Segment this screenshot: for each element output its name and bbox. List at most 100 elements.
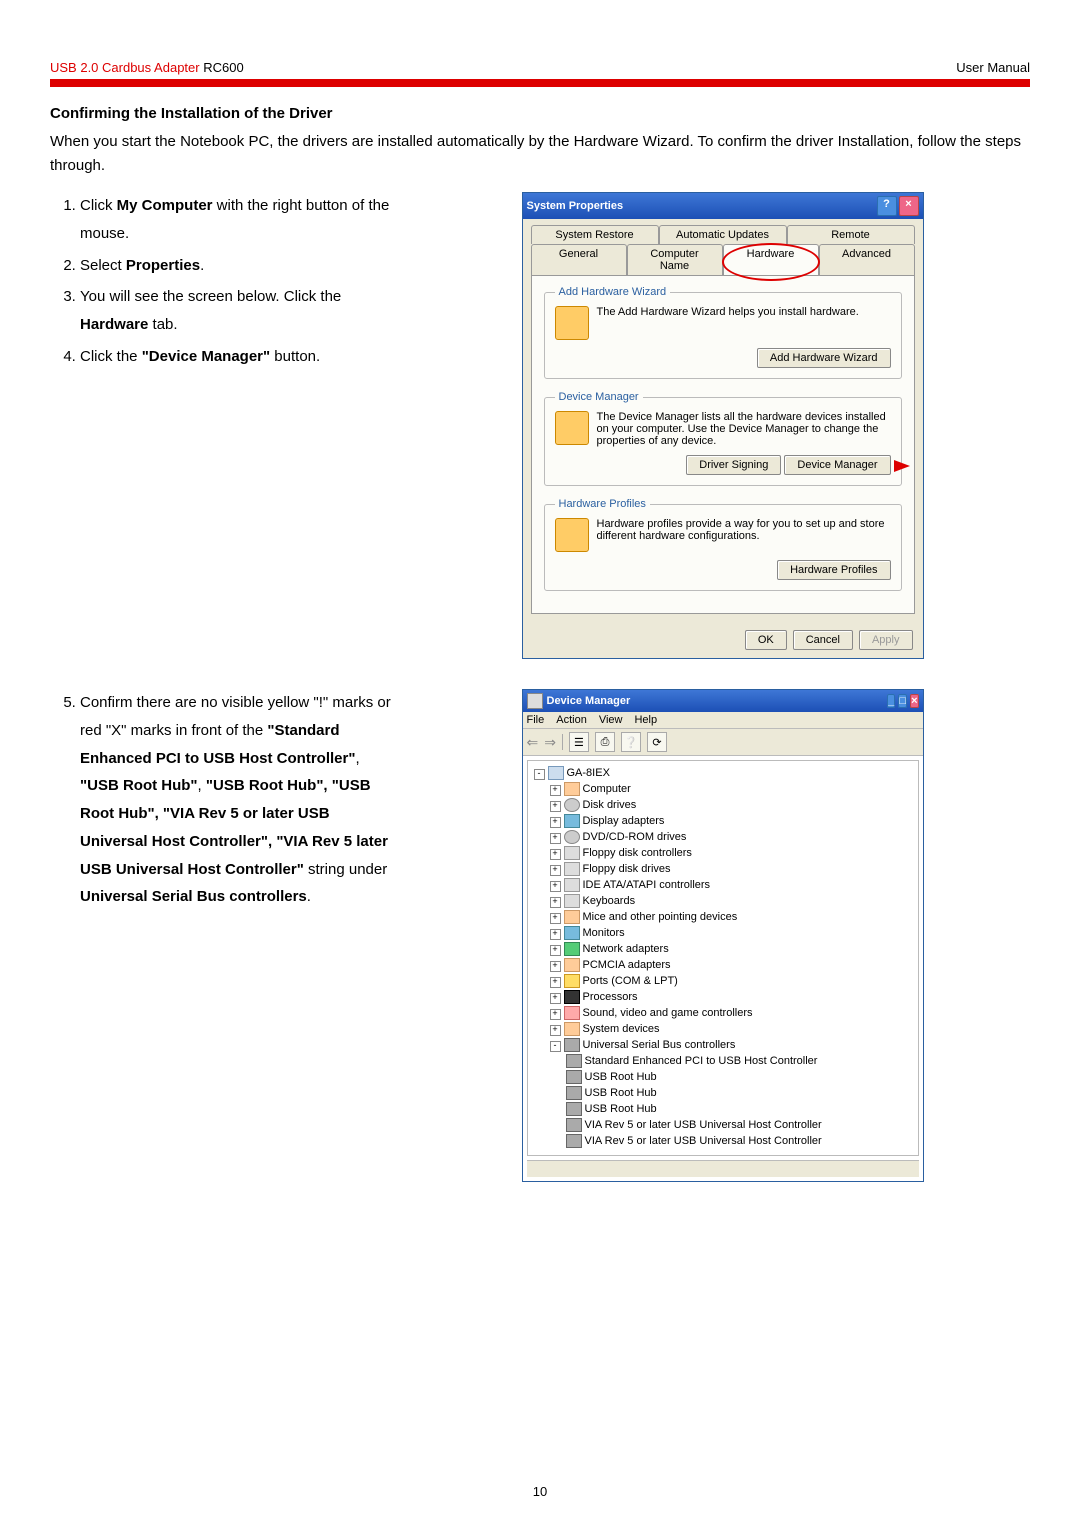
tree-leaf[interactable]: USB Root Hub	[566, 1085, 912, 1101]
device-icon	[564, 814, 580, 828]
tree-node[interactable]: +Network adapters	[550, 941, 912, 957]
usb-icon	[566, 1118, 582, 1132]
menu-help[interactable]: Help	[634, 714, 657, 726]
ahw-text: The Add Hardware Wizard helps you instal…	[597, 306, 891, 318]
header-product: USB 2.0 Cardbus Adapter RC600	[50, 60, 244, 75]
step-5: Confirm there are no visible yellow "!" …	[80, 689, 395, 911]
tree-node[interactable]: +Disk drives	[550, 797, 912, 813]
sp-titlebar: System Properties ? ×	[523, 193, 923, 219]
menu-view[interactable]: View	[599, 714, 623, 726]
print-icon[interactable]: ⎙	[595, 732, 615, 752]
apply-button[interactable]: Apply	[859, 630, 913, 650]
tree-node[interactable]: +Floppy disk drives	[550, 861, 912, 877]
add-hardware-wizard-button[interactable]: Add Hardware Wizard	[757, 348, 891, 368]
menu-file[interactable]: File	[527, 714, 545, 726]
device-icon	[564, 846, 580, 860]
usb-icon	[566, 1102, 582, 1116]
tab-hardware[interactable]: Hardware	[723, 244, 819, 275]
ahw-legend: Add Hardware Wizard	[555, 286, 671, 298]
s5-b4: Universal Serial Bus controllers	[80, 888, 307, 905]
tree-leaf[interactable]: USB Root Hub	[566, 1069, 912, 1085]
page-number: 10	[0, 1484, 1080, 1499]
usb-icon	[566, 1086, 582, 1100]
page-header: USB 2.0 Cardbus Adapter RC600 User Manua…	[50, 60, 1030, 75]
s5-t1: Confirm there are no visible yellow "!" …	[80, 694, 391, 739]
tab-system-restore[interactable]: System Restore	[531, 225, 659, 244]
tree-node[interactable]: +Computer	[550, 781, 912, 797]
tab-remote[interactable]: Remote	[787, 225, 915, 244]
hp-legend: Hardware Profiles	[555, 498, 650, 510]
back-icon[interactable]: ⇐	[527, 734, 539, 751]
hp-text: Hardware profiles provide a way for you …	[597, 518, 891, 542]
tree-node[interactable]: +PCMCIA adapters	[550, 957, 912, 973]
scan-icon[interactable]: ⟳	[647, 732, 667, 752]
tree-leaf[interactable]: Standard Enhanced PCI to USB Host Contro…	[566, 1053, 912, 1069]
tree-node-usb[interactable]: -Universal Serial Bus controllersStandar…	[550, 1037, 912, 1149]
tree-node[interactable]: +Sound, video and game controllers	[550, 1005, 912, 1021]
device-icon	[564, 1022, 580, 1036]
add-hardware-wizard-group: Add Hardware Wizard The Add Hardware Wiz…	[544, 286, 902, 379]
driver-signing-button[interactable]: Driver Signing	[686, 455, 781, 475]
tree-node[interactable]: +Floppy disk controllers	[550, 845, 912, 861]
menu-action[interactable]: Action	[556, 714, 587, 726]
tree-node[interactable]: +Keyboards	[550, 893, 912, 909]
step-item: You will see the screen below. Click the…	[80, 283, 395, 339]
hardware-profiles-group: Hardware Profiles Hardware profiles prov…	[544, 498, 902, 591]
divider-bar	[50, 79, 1030, 87]
device-manager-window: Device Manager _ □ × FileActionViewHelp …	[522, 689, 924, 1182]
tree-node[interactable]: +Ports (COM & LPT)	[550, 973, 912, 989]
tab-automatic-updates[interactable]: Automatic Updates	[659, 225, 787, 244]
device-manager-icon	[555, 411, 589, 445]
device-icon	[564, 782, 580, 796]
tab-computer-name[interactable]: Computer Name	[627, 244, 723, 275]
tab-general[interactable]: General	[531, 244, 627, 275]
tree-node[interactable]: +System devices	[550, 1021, 912, 1037]
device-icon	[564, 942, 580, 956]
hardware-profiles-icon	[555, 518, 589, 552]
steps-list-2: Confirm there are no visible yellow "!" …	[50, 689, 395, 911]
step-item: Click the "Device Manager" button.	[80, 343, 395, 371]
help-icon[interactable]: ?	[877, 196, 897, 216]
usb-icon	[566, 1134, 582, 1148]
root-node[interactable]: -GA-8IEX +Computer+Disk drives+Display a…	[534, 765, 912, 1149]
minimize-icon[interactable]: _	[887, 694, 895, 708]
close-icon[interactable]: ×	[899, 196, 919, 216]
hardware-profiles-button[interactable]: Hardware Profiles	[777, 560, 890, 580]
forward-icon[interactable]: ⇒	[544, 734, 556, 751]
tree-node[interactable]: +IDE ATA/ATAPI controllers	[550, 877, 912, 893]
step-item: Click My Computer with the right button …	[80, 192, 395, 248]
device-tree[interactable]: -GA-8IEX +Computer+Disk drives+Display a…	[527, 760, 919, 1156]
root-label: GA-8IEX	[567, 767, 610, 779]
intro-text: When you start the Notebook PC, the driv…	[50, 130, 1030, 178]
product-name-red: USB 2.0 Cardbus Adapter	[50, 60, 200, 75]
device-icon	[564, 1006, 580, 1020]
tree-node[interactable]: +DVD/CD-ROM drives	[550, 829, 912, 845]
cancel-button[interactable]: Cancel	[793, 630, 853, 650]
usb-icon	[566, 1054, 582, 1068]
device-manager-button[interactable]: Device Manager	[784, 455, 890, 475]
help-icon[interactable]: ❔	[621, 732, 641, 752]
tree-node[interactable]: +Processors	[550, 989, 912, 1005]
device-manager-group: Device Manager The Device Manager lists …	[544, 391, 902, 486]
device-icon	[564, 990, 580, 1004]
tab-advanced[interactable]: Advanced	[819, 244, 915, 275]
header-right: User Manual	[956, 60, 1030, 75]
tree-node[interactable]: +Monitors	[550, 925, 912, 941]
tree-leaf[interactable]: VIA Rev 5 or later USB Universal Host Co…	[566, 1117, 912, 1133]
sp-tabs: System RestoreAutomatic UpdatesRemote Ge…	[523, 219, 923, 275]
device-icon	[564, 862, 580, 876]
device-icon	[564, 798, 580, 812]
maximize-icon[interactable]: □	[898, 694, 907, 708]
tree-node[interactable]: +Mice and other pointing devices	[550, 909, 912, 925]
properties-icon[interactable]: ☰	[569, 732, 589, 752]
tree-node[interactable]: +Display adapters	[550, 813, 912, 829]
dm-menubar[interactable]: File Action View Help	[523, 712, 923, 729]
close-icon[interactable]: ×	[910, 694, 918, 708]
tree-leaf[interactable]: VIA Rev 5 or later USB Universal Host Co…	[566, 1133, 912, 1149]
ok-button[interactable]: OK	[745, 630, 787, 650]
device-icon	[564, 958, 580, 972]
dm-text: The Device Manager lists all the hardwar…	[597, 411, 891, 447]
s5-b2: "USB Root Hub"	[80, 777, 198, 794]
s5-t2: string under	[308, 861, 387, 878]
tree-leaf[interactable]: USB Root Hub	[566, 1101, 912, 1117]
